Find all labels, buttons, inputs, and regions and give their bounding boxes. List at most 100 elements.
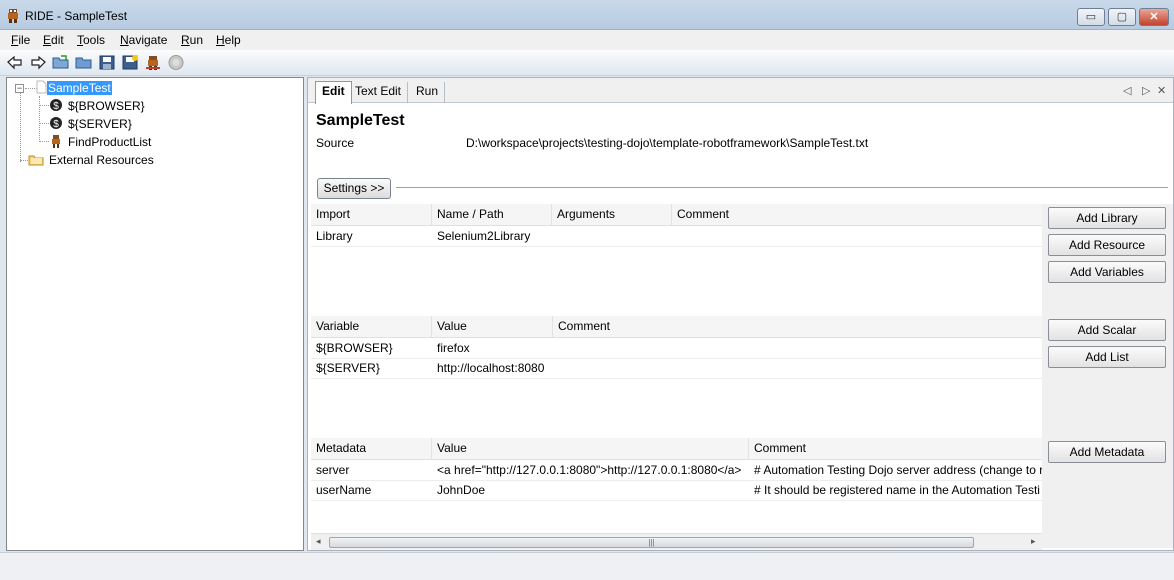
menu-accelerator: F (11, 33, 19, 47)
menu-accelerator: R (181, 33, 190, 47)
column-header[interactable]: Metadata (311, 438, 432, 460)
tree-item-testcase[interactable]: FindProductList (68, 134, 151, 150)
metadata-name-cell[interactable]: server (311, 461, 432, 480)
robot-test-icon (52, 135, 60, 148)
suite-title: SampleTest (316, 112, 405, 129)
column-header[interactable]: Value (432, 316, 553, 338)
back-arrow-icon[interactable] (6, 54, 24, 71)
tree-guide-line (39, 96, 40, 142)
status-bar (0, 552, 1174, 580)
open-directory-icon[interactable] (75, 54, 93, 71)
table-row[interactable]: ${BROWSER} firefox (311, 339, 1042, 359)
close-window-button[interactable]: ✕ (1139, 8, 1169, 26)
menu-tools[interactable]: Tools (77, 33, 105, 47)
table-row[interactable]: server <a href="http://127.0.0.1:8080">h… (311, 461, 1042, 481)
menu-file[interactable]: File (11, 33, 30, 47)
maximize-button[interactable]: ▢ (1108, 8, 1136, 26)
open-folder-icon[interactable] (52, 54, 70, 71)
dollar-variable-icon: $ (50, 99, 62, 112)
column-header[interactable]: Comment (749, 438, 1042, 460)
tree-item-variable[interactable]: ${BROWSER} (68, 98, 145, 114)
table-row[interactable]: userName JohnDoe # It should be register… (311, 481, 1042, 501)
tree-guide-line (39, 141, 49, 142)
tree-item-label: SampleTest (47, 81, 112, 95)
editor-panel: Edit Text Edit Run ◁ ▷ ✕ SampleTest Sour… (307, 77, 1174, 551)
column-header[interactable]: Import (311, 204, 432, 226)
menu-accelerator: T (77, 33, 83, 47)
variable-comment-cell[interactable] (553, 359, 1042, 378)
metadata-comment-cell[interactable]: # Automation Testing Dojo server address… (749, 461, 1042, 480)
variable-value-cell[interactable]: firefox (432, 339, 553, 358)
metadata-header: Metadata Value Comment (311, 438, 1042, 460)
variable-comment-cell[interactable] (553, 339, 1042, 358)
add-metadata-button[interactable]: Add Metadata (1048, 441, 1166, 463)
scrollbar-thumb[interactable]: ||| (329, 537, 974, 548)
tree-item-variable[interactable]: ${SERVER} (68, 116, 132, 132)
add-scalar-button[interactable]: Add Scalar (1048, 319, 1166, 341)
save-icon[interactable] (98, 54, 116, 71)
tab-prev-icon[interactable]: ◁ (1123, 84, 1131, 97)
tree-item-external-resources[interactable]: External Resources (49, 152, 154, 168)
variable-value-cell[interactable]: http://localhost:8080 (432, 359, 553, 378)
title-bar: RIDE - SampleTest ▭ ▢ ✕ (0, 0, 1174, 30)
import-name-cell[interactable]: Selenium2Library (432, 227, 552, 246)
tree-guide-line (39, 105, 49, 106)
variable-name-cell[interactable]: ${BROWSER} (311, 339, 432, 358)
scroll-right-icon[interactable]: ▸ (1031, 536, 1036, 547)
column-header[interactable]: Value (432, 438, 749, 460)
horizontal-scrollbar[interactable]: ◂ ||| ▸ (311, 533, 1042, 550)
stop-icon[interactable] (167, 54, 185, 71)
tree-item-suite[interactable]: SampleTest (47, 80, 112, 96)
column-header[interactable]: Name / Path (432, 204, 552, 226)
menu-edit[interactable]: Edit (43, 33, 64, 47)
tree-guide-line (20, 160, 28, 161)
add-resource-button[interactable]: Add Resource (1048, 234, 1166, 256)
add-list-button[interactable]: Add List (1048, 346, 1166, 368)
tab-next-icon[interactable]: ▷ (1142, 84, 1150, 97)
add-variables-button[interactable]: Add Variables (1048, 261, 1166, 283)
column-header[interactable]: Comment (672, 204, 1042, 226)
settings-toggle-button[interactable]: Settings >> (317, 178, 391, 199)
metadata-name-cell[interactable]: userName (311, 481, 432, 500)
tab-close-icon[interactable]: ✕ (1157, 84, 1166, 97)
menu-help[interactable]: Help (216, 33, 241, 47)
add-library-button[interactable]: Add Library (1048, 207, 1166, 229)
save-all-icon[interactable] (121, 54, 139, 71)
dollar-variable-icon: $ (50, 117, 62, 130)
menu-run[interactable]: Run (181, 33, 203, 47)
source-path: D:\workspace\projects\testing-dojo\templ… (466, 136, 869, 150)
menu-accelerator: H (216, 33, 225, 47)
scroll-left-icon[interactable]: ◂ (316, 536, 321, 547)
tab-run[interactable]: Run (410, 82, 446, 103)
editor-tabs: Edit Text Edit Run ◁ ▷ ✕ (308, 78, 1173, 104)
metadata-value-cell[interactable]: JohnDoe (432, 481, 749, 500)
tab-edit[interactable]: Edit (315, 81, 352, 104)
import-comment-cell[interactable] (672, 227, 1042, 246)
robot-icon[interactable] (144, 54, 162, 71)
toolbar (0, 50, 1174, 76)
table-row[interactable]: Library Selenium2Library (311, 227, 1042, 247)
variables-header: Variable Value Comment (311, 316, 1042, 338)
imports-table: Import Name / Path Arguments Comment Lib… (311, 204, 1042, 306)
menu-navigate[interactable]: Navigate (120, 33, 167, 47)
metadata-comment-cell[interactable]: # It should be registered name in the Au… (749, 481, 1042, 500)
import-args-cell[interactable] (552, 227, 672, 246)
menu-accelerator: N (120, 33, 129, 47)
table-row[interactable]: ${SERVER} http://localhost:8080 (311, 359, 1042, 379)
column-header[interactable]: Variable (311, 316, 432, 338)
metadata-table: Metadata Value Comment server <a href="h… (311, 438, 1042, 533)
variable-name-cell[interactable]: ${SERVER} (311, 359, 432, 378)
tree-collapse-toggle[interactable]: − (15, 84, 24, 93)
tree-guide-line (20, 92, 21, 162)
menu-accelerator: E (43, 33, 52, 47)
svg-text:$: $ (53, 119, 59, 130)
column-header[interactable]: Comment (553, 316, 1042, 338)
tab-text-edit[interactable]: Text Edit (349, 82, 409, 103)
suite-tree-panel: − SampleTest $ ${BROWSER} $ ${SERVER} Fi… (6, 77, 304, 551)
minimize-button[interactable]: ▭ (1077, 8, 1105, 26)
forward-arrow-icon[interactable] (29, 54, 47, 71)
import-type-cell[interactable]: Library (311, 227, 432, 246)
metadata-value-cell[interactable]: <a href="http://127.0.0.1:8080">http://1… (432, 461, 749, 480)
column-header[interactable]: Arguments (552, 204, 672, 226)
tree-guide-line (39, 123, 49, 124)
